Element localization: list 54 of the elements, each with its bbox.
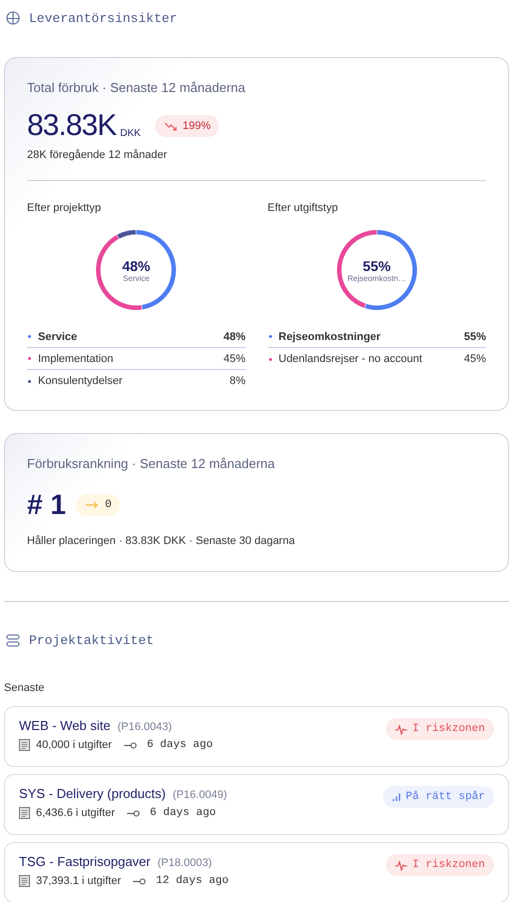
previous-period-text: 28K föregående 12 månader — [27, 149, 168, 161]
project-code: (P16.0049) — [172, 789, 228, 801]
status-badge: På rätt spår — [382, 786, 494, 808]
section-title: Leverantörsinsikter — [29, 10, 178, 26]
project-name: WEB - Web site — [19, 718, 111, 733]
ranking-note: Håller placeringen · 83.83K DKK · Senaste 30 dagarna — [27, 535, 296, 547]
arrow-right-icon — [84, 501, 99, 509]
commit-icon — [133, 878, 146, 884]
card-title: Total förbruk · Senaste 12 månaderna — [27, 80, 246, 95]
trend-badge: 199% — [154, 115, 219, 137]
project-card[interactable]: SYS - Delivery (products) (P16.0049) 6,436.6 i utgifter 6 days ago På rätt spår — [4, 774, 509, 835]
section-title: Projektaktivitet — [29, 633, 154, 648]
commit-icon — [126, 810, 140, 816]
list-subtitle: Senaste — [4, 682, 46, 694]
breakdown-title: Efter projekttyp — [27, 202, 102, 214]
rank-value: # 1 — [27, 489, 66, 521]
status-badge: I riskzonen — [386, 718, 494, 740]
last-activity-time: 6 days ago — [146, 739, 213, 751]
rank-change-badge: 0 — [76, 494, 120, 516]
legend-row[interactable]: Implementation 45% — [27, 348, 246, 370]
donut-center-value: 55% — [362, 258, 391, 274]
document-icon — [19, 807, 30, 819]
expense-amount: 40,000 i utgifter — [36, 739, 112, 751]
project-name: TSG - Fastprisopgaver — [19, 854, 150, 869]
breakdown-title: Efter utgiftstyp — [268, 202, 339, 214]
trend-down-icon — [164, 122, 177, 130]
currency-label: DKK — [120, 128, 141, 139]
document-icon — [19, 875, 30, 887]
status-badge: I riskzonen — [386, 854, 494, 876]
spend-amount: 83.83K — [27, 111, 116, 141]
expense-amount: 6,436.6 i utgifter — [36, 807, 115, 819]
donut-center-label: Service — [122, 274, 150, 282]
legend-row[interactable]: Konsulentydelser 8% — [27, 370, 246, 392]
expense-amount: 37,393.1 i utgifter — [36, 875, 122, 887]
commit-icon — [124, 742, 137, 748]
last-activity-time: 6 days ago — [150, 807, 216, 819]
legend-row[interactable]: Udenlandsrejser - no account 45% — [268, 348, 486, 370]
signal-bars-icon — [392, 792, 401, 802]
project-code: (P18.0003) — [158, 857, 212, 869]
donut-center-label: Rejseomkostn… — [347, 274, 406, 282]
project-code: (P16.0043) — [118, 721, 172, 733]
globe-icon — [6, 11, 20, 25]
pulse-icon — [395, 860, 408, 870]
legend-row[interactable]: Rejseomkostninger 55% — [268, 326, 486, 348]
project-card[interactable]: TSG - Fastprisopgaver (P18.0003) 37,393.1 i utgifter 12 days ago I riskzonen — [4, 842, 509, 902]
pulse-icon — [395, 724, 408, 734]
donut-center-value: 48% — [122, 258, 150, 274]
stack-icon — [6, 634, 20, 647]
project-name: SYS - Delivery (products) — [19, 786, 166, 801]
document-icon — [19, 739, 30, 751]
project-card[interactable]: WEB - Web site (P16.0043) 40,000 i utgifter 6 days ago I riskzonen — [4, 706, 509, 767]
card-title: Förbruksrankning · Senaste 12 månaderna — [27, 456, 276, 471]
legend-row[interactable]: Service 48% — [27, 326, 246, 348]
last-activity-time: 12 days ago — [156, 875, 229, 887]
